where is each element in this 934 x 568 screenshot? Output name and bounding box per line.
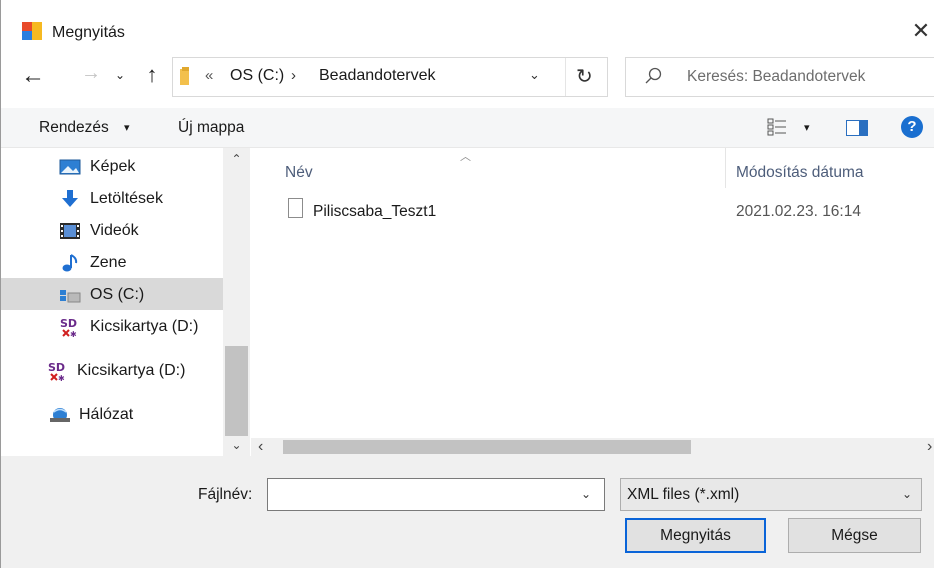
address-segment-drive[interactable]: OS (C:) (230, 67, 284, 85)
open-button[interactable]: Megnyitás (625, 518, 766, 553)
file-icon (288, 198, 303, 218)
filetype-select[interactable]: XML files (*.xml) ⌄ (620, 478, 922, 511)
open-file-dialog: Megnyitás ✕ ← → ⌄ ↑ « OS (C:) › Beadando… (0, 0, 934, 568)
close-button[interactable]: ✕ (907, 18, 934, 44)
sidebar-item-network[interactable]: Hálózat (1, 398, 223, 430)
scrollbar-thumb[interactable] (225, 346, 248, 436)
sidebar-item-label: Letöltések (90, 190, 163, 207)
folder-icon (180, 67, 189, 85)
column-header-date[interactable]: Módosítás dátuma (736, 164, 864, 182)
file-row[interactable]: Piliscsaba_Teszt1 2021.02.23. 16:14 (251, 194, 934, 224)
sort-indicator-icon: ︿ (460, 151, 471, 163)
filename-input[interactable]: ⌄ (267, 478, 605, 511)
music-icon (62, 254, 78, 272)
column-divider[interactable] (725, 148, 726, 188)
sidebar-item-label: Képek (90, 158, 136, 175)
filetype-value: XML files (*.xml) (627, 486, 740, 503)
sidebar-item-label: OS (C:) (90, 286, 145, 303)
window-title: Megnyitás (52, 24, 125, 41)
address-divider (565, 58, 566, 96)
sidebar-item-label: Kicsikartya (D:) (90, 318, 199, 335)
network-icon (50, 408, 70, 422)
file-list: Név ︿ Módosítás dátuma Piliscsaba_Teszt1… (251, 148, 934, 438)
caret-down-icon[interactable]: ▾ (804, 121, 810, 134)
organize-button[interactable]: Rendezés (39, 119, 109, 137)
preview-pane-icon[interactable] (846, 120, 868, 136)
chevron-down-icon[interactable]: ⌄ (581, 487, 591, 501)
svg-text:✱: ✱ (70, 330, 77, 338)
search-icon (645, 67, 662, 84)
address-bar[interactable]: « OS (C:) › Beadandotervek ⌄ ↻ (172, 57, 608, 97)
sd-card-icon: SD✱ (48, 361, 65, 382)
refresh-icon[interactable]: ↻ (576, 64, 593, 89)
up-button[interactable]: ↑ (141, 62, 163, 92)
scrollbar-thumb[interactable] (283, 440, 691, 454)
sidebar-item-label: Hálózat (79, 406, 134, 423)
sidebar-item-label: Zene (90, 254, 127, 271)
chevron-down-icon[interactable]: ⌄ (902, 487, 912, 501)
sidebar-item-pictures[interactable]: Képek (1, 150, 223, 182)
scroll-right-arrow[interactable]: › (927, 438, 932, 456)
column-header-name[interactable]: Név (285, 164, 313, 182)
scroll-left-arrow[interactable]: ‹ (258, 438, 263, 456)
svg-text:✱: ✱ (58, 374, 65, 382)
caret-down-icon[interactable]: ▾ (124, 121, 130, 134)
svg-text:SD: SD (48, 361, 65, 374)
scroll-down-arrow[interactable]: ⌄ (223, 438, 250, 456)
back-button[interactable]: ← (19, 62, 47, 92)
file-modified-date: 2021.02.23. 16:14 (736, 203, 861, 220)
sidebar-scrollbar[interactable]: ⌃ ⌄ (223, 148, 250, 456)
sidebar-item-videos[interactable]: Videók (1, 214, 223, 246)
scroll-up-arrow[interactable]: ⌃ (223, 152, 250, 170)
filename-label: Fájlnév: (198, 486, 253, 503)
sidebar-item-sd-card-root[interactable]: SD ✱ Kicsikartya (D:) (1, 354, 223, 386)
dialog-footer: Fájlnév: ⌄ XML files (*.xml) ⌄ Megnyitás… (1, 456, 934, 568)
sd-card-icon: SD✱ (60, 317, 77, 338)
chevron-right-icon[interactable]: › (291, 67, 296, 84)
videos-icon (60, 223, 80, 239)
sidebar-item-downloads[interactable]: Letöltések (1, 182, 223, 214)
forward-button[interactable]: → (79, 62, 103, 92)
toolbar: Rendezés ▾ Új mappa ▾ ? (1, 108, 934, 148)
sidebar-item-os-drive[interactable]: OS (C:) (1, 278, 223, 310)
sidebar-item-label: Videók (90, 222, 139, 239)
chevron-down-icon[interactable]: ⌄ (529, 67, 540, 83)
new-folder-button[interactable]: Új mappa (178, 119, 244, 137)
svg-text:SD: SD (60, 317, 77, 330)
sidebar-item-label: Kicsikartya (D:) (77, 362, 186, 379)
title-bar: Megnyitás ✕ (1, 0, 934, 44)
drive-icon (60, 290, 81, 303)
cancel-button[interactable]: Mégse (788, 518, 921, 553)
search-input[interactable]: Keresés: Beadandotervek (687, 68, 865, 86)
recent-locations-button[interactable]: ⌄ (112, 68, 128, 86)
view-options-icon[interactable] (767, 117, 787, 137)
address-segment-folder[interactable]: Beadandotervek (319, 67, 436, 85)
app-icon (22, 22, 42, 40)
navigation-pane: Képek Letöltések Videók Zene OS (C:) SD ✱… (1, 148, 251, 456)
search-box[interactable]: Keresés: Beadandotervek (625, 57, 934, 97)
horizontal-scrollbar[interactable]: ‹ › (251, 438, 934, 456)
address-overflow[interactable]: « (205, 67, 213, 84)
sidebar-item-music[interactable]: Zene (1, 246, 223, 278)
file-name: Piliscsaba_Teszt1 (313, 203, 437, 220)
pictures-icon (59, 159, 81, 175)
downloads-icon (62, 190, 78, 207)
help-icon[interactable]: ? (901, 116, 923, 138)
sidebar-item-sd-card[interactable]: SD ✱ Kicsikartya (D:) (1, 310, 223, 342)
